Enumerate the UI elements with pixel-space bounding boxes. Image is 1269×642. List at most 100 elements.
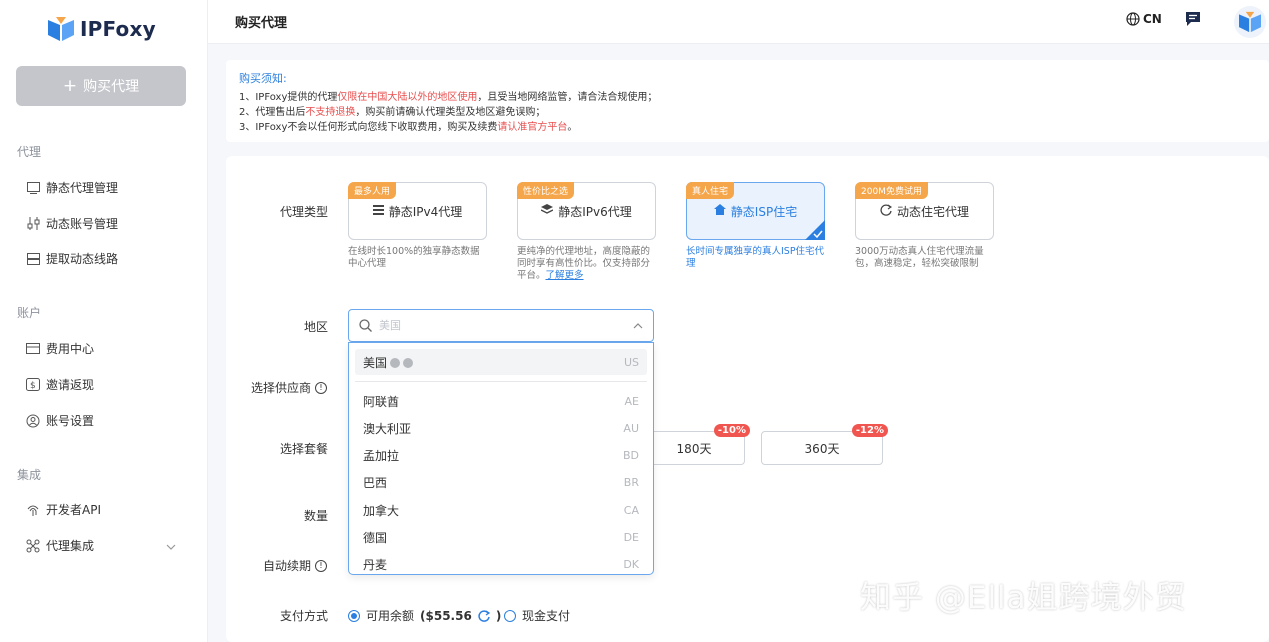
fingerprint-icon: [26, 503, 40, 517]
region-option-bd[interactable]: 孟加拉 BD: [355, 442, 647, 468]
region-dropdown: 美国 US 阿联酋 AE 澳大利亚 AU 孟加拉 BD 巴西 BR 加拿大 CA 德国 DE…: [348, 342, 654, 575]
region-name: 美国: [363, 355, 388, 370]
payment-balance-option[interactable]: 可用余额 ($55.56 ): [348, 607, 501, 624]
sliders-icon: [26, 217, 40, 231]
sidebar-item-label: 静态代理管理: [46, 181, 119, 195]
proxy-type-desc: 长时间专属独享的真人ISP住宅代理: [686, 246, 825, 269]
search-icon: [359, 319, 372, 332]
tag-most-popular: 最多人用: [348, 182, 397, 199]
tag-free-trial: 200M免费试用: [855, 182, 928, 199]
tag-best-value: 性价比之选: [517, 182, 575, 199]
section-title-integration: 集成: [17, 468, 42, 482]
package-label: 180天: [676, 441, 712, 456]
sidebar-item-developer-api[interactable]: 开发者API: [26, 501, 101, 518]
chevron-down-icon[interactable]: [166, 539, 176, 553]
hot-icon: [403, 358, 414, 368]
payment-cash-option[interactable]: 现金支付: [504, 607, 570, 624]
refresh-icon: [880, 204, 893, 219]
section-title-proxy: 代理: [17, 145, 42, 159]
brand-name: IPFoxy: [80, 17, 156, 41]
sidebar-item-proxy-integration[interactable]: 代理集成: [26, 537, 94, 554]
region-code: US: [623, 355, 639, 369]
server-icon: [372, 204, 384, 218]
sidebar-item-dynamic-account[interactable]: 动态账号管理: [26, 215, 118, 232]
home-icon: [713, 204, 726, 218]
purchase-notice: 购买须知: 1、IPFoxy提供的代理仅限在中国大陆以外的地区使用，且受当地网络…: [226, 60, 1269, 142]
verified-icon: [390, 358, 401, 368]
chevron-up-icon[interactable]: [633, 322, 643, 329]
ipfoxy-logo-icon: [48, 17, 74, 41]
proxy-type-static-isp[interactable]: 真人住宅 静态ISP住宅: [686, 182, 825, 240]
region-search-input[interactable]: [379, 319, 626, 332]
sidebar-item-label: 费用中心: [46, 342, 95, 356]
region-select[interactable]: [348, 309, 654, 342]
region-option-de[interactable]: 德国 DE: [355, 524, 647, 550]
dollar-icon: $: [26, 378, 40, 392]
proxy-type-label: 动态住宅代理: [896, 204, 969, 219]
region-option-au[interactable]: 澳大利亚 AU: [355, 415, 647, 441]
label-proxy-type: 代理类型: [280, 205, 329, 219]
learn-more-link[interactable]: 了解更多: [546, 270, 584, 281]
sidebar-item-label: 提取动态线路: [46, 252, 119, 266]
page-title: 购买代理: [235, 16, 288, 31]
sidebar-item-static-proxy[interactable]: 静态代理管理: [26, 179, 118, 196]
notice-line-3: 3、IPFoxy不会以任何形式向您线下收取费用，购买及续费请认准官方平台。: [239, 122, 578, 133]
proxy-type-desc: 3000万动态真人住宅代理流量包，高速稳定，轻松突破限制: [855, 246, 984, 269]
message-icon[interactable]: [1185, 11, 1201, 30]
region-option-us[interactable]: 美国 US: [355, 349, 647, 375]
notice-title: 购买须知:: [239, 72, 287, 85]
card-icon: [26, 342, 40, 356]
buy-proxy-button[interactable]: + 购买代理: [16, 66, 186, 106]
globe-icon: [1126, 12, 1140, 26]
region-option-dk[interactable]: 丹麦 DK: [355, 551, 647, 574]
svg-text:$: $: [30, 381, 36, 391]
language-switcher[interactable]: CN: [1126, 12, 1162, 26]
tag-real-residential: 真人住宅: [686, 182, 735, 199]
label-payment: 支付方式: [280, 609, 329, 623]
label-auto-renew: 自动续期 !: [263, 557, 328, 574]
info-icon[interactable]: !: [315, 381, 328, 394]
label-quantity: 数量: [304, 509, 329, 523]
sidebar-item-referral[interactable]: $ 邀请返现: [26, 376, 94, 393]
network-icon: [26, 539, 40, 553]
notice-line-2: 2、代理售出后不支持退换，购买前请确认代理类型及地区避免误购；: [239, 107, 546, 118]
avatar[interactable]: [1234, 6, 1266, 38]
notice-line-1: 1、IPFoxy提供的代理仅限在中国大陆以外的地区使用，且受当地网络监管，请合法…: [239, 92, 658, 103]
sidebar-item-label: 开发者API: [46, 503, 101, 517]
proxy-type-static-ipv6[interactable]: 性价比之选 静态IPv6代理: [517, 182, 656, 240]
check-icon: [813, 230, 823, 238]
package-label: 360天: [804, 441, 840, 456]
language-code: CN: [1143, 12, 1162, 26]
ipfoxy-avatar-icon: [1239, 11, 1261, 33]
sidebar-item-extract-lines[interactable]: 提取动态线路: [26, 250, 118, 267]
layers-icon: [540, 204, 554, 218]
brand-logo[interactable]: IPFoxy: [46, 16, 156, 42]
proxy-type-label: 静态ISP住宅: [730, 204, 798, 219]
label-region: 地区: [304, 320, 329, 334]
package-180-days[interactable]: 180天 -10%: [643, 424, 750, 465]
refresh-icon[interactable]: [478, 609, 490, 622]
proxy-type-dynamic-residential[interactable]: 200M免费试用 动态住宅代理: [855, 182, 994, 240]
package-360-days[interactable]: 360天 -12%: [761, 424, 888, 465]
proxy-type-static-ipv4[interactable]: 最多人用 静态IPv4代理: [348, 182, 487, 240]
sidebar-item-account-settings[interactable]: 账号设置: [26, 412, 94, 429]
region-option-ca[interactable]: 加拿大 CA: [355, 497, 647, 523]
sidebar-item-label: 代理集成: [46, 539, 95, 553]
server-icon: [26, 252, 40, 266]
monitor-icon: [26, 181, 40, 195]
radio-unselected[interactable]: [504, 609, 516, 622]
buy-proxy-label: 购买代理: [83, 79, 140, 95]
info-icon[interactable]: !: [315, 559, 328, 572]
sidebar: IPFoxy + 购买代理 代理 静态代理管理 动态账号管理 提取动态线路 账户…: [0, 0, 208, 642]
radio-selected[interactable]: [348, 609, 360, 622]
discount-badge: -12%: [851, 424, 888, 437]
cash-label: 现金支付: [522, 609, 571, 623]
sidebar-item-label: 邀请返现: [46, 378, 95, 392]
proxy-type-desc: 在线时长100%的独享静态数据中心代理: [348, 246, 480, 269]
label-provider: 选择供应商 !: [251, 379, 328, 396]
region-option-ae[interactable]: 阿联酋 AE: [355, 388, 647, 414]
sidebar-item-billing[interactable]: 费用中心: [26, 340, 94, 357]
plus-icon: +: [62, 76, 78, 96]
discount-badge: -10%: [713, 424, 750, 437]
region-option-br[interactable]: 巴西 BR: [355, 469, 647, 495]
